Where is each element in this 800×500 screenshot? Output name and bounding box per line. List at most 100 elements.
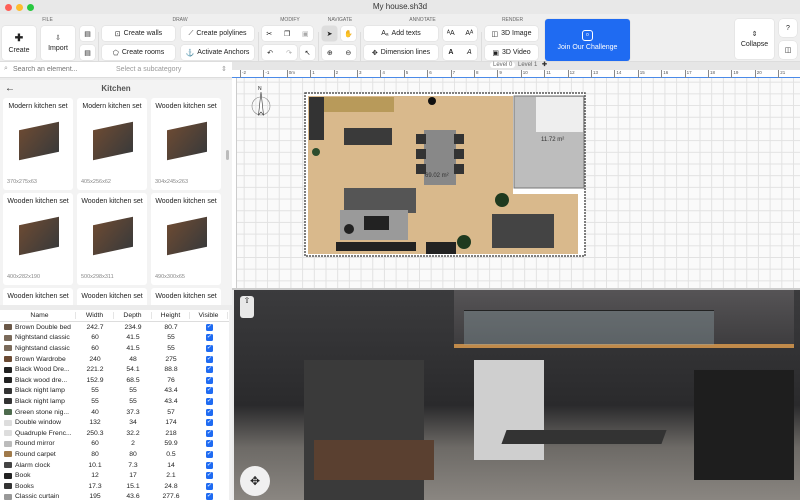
paste-icon[interactable]: ▣	[302, 30, 309, 38]
column-depth[interactable]: Depth	[114, 312, 152, 319]
table-row[interactable]: Brown Wardrobe 240 48 275 ✓	[0, 354, 230, 365]
catalog-item[interactable]: Wooden kitchen set	[3, 288, 73, 305]
catalog-item[interactable]: Wooden kitchen set 400x282x190	[3, 193, 73, 285]
add-texts-button[interactable]: Aₐ Add texts	[364, 26, 438, 41]
sidebar-toggle-icon[interactable]: ◫	[779, 41, 797, 59]
zoom-in-icon[interactable]: ⊕	[327, 49, 333, 57]
visible-checkbox[interactable]: ✓	[205, 482, 213, 490]
redo-icon[interactable]: ↷	[286, 49, 292, 57]
3d-image-button[interactable]: ◫ 3D Image	[485, 26, 538, 41]
visible-checkbox[interactable]: ✓	[205, 461, 213, 469]
copy-icon[interactable]: ❐	[284, 30, 290, 38]
column-width[interactable]: Width	[76, 312, 114, 319]
catalog-item[interactable]: Wooden kitchen set 500x298x311	[77, 193, 147, 285]
table-row[interactable]: Nightstand classic 60 41.5 55 ✓	[0, 343, 230, 354]
table-row[interactable]: Alarm clock 10.1 7.3 14 ✓	[0, 460, 230, 471]
column-visible[interactable]: Visible	[190, 312, 228, 319]
visible-checkbox[interactable]: ✓	[205, 493, 213, 500]
table-row[interactable]: Black night lamp 55 55 43.4 ✓	[0, 396, 230, 407]
create-polylines-button[interactable]: ⟋ Create polylines	[181, 26, 254, 41]
floor-plan[interactable]: -2 -1 0m 1 2 3 4 5 6 7 8 9 10 11 12 13 14 15 16 17 18 19 20 21 …	[232, 70, 800, 288]
table-row[interactable]: Quadruple Frenc... 250.3 32.2 218 ✓	[0, 428, 230, 439]
table-row[interactable]: Books 17.3 15.1 24.8 ✓	[0, 481, 230, 492]
italic-icon[interactable]: A	[467, 49, 472, 56]
table-row[interactable]: Brown Double bed 242.7 234.9 80.7 ✓	[0, 322, 230, 333]
visible-checkbox[interactable]: ✓	[205, 397, 213, 405]
pan-hand-icon[interactable]: ✋	[341, 26, 356, 41]
decrease-text-icon[interactable]: ᴬA	[447, 30, 455, 37]
house-plan[interactable]	[304, 92, 594, 262]
table-row[interactable]: Book 12 17 2.1 ✓	[0, 470, 230, 481]
create-walls-button[interactable]: ⊡ Create walls	[102, 26, 175, 41]
column-name[interactable]: Name	[0, 312, 76, 319]
collapse-button[interactable]: ⇕ Collapse	[735, 19, 774, 59]
visible-checkbox[interactable]: ✓	[205, 419, 213, 427]
add-level-icon[interactable]: ✚	[542, 61, 547, 68]
room-area-label[interactable]: 69.02 m²	[425, 173, 449, 179]
help-icon[interactable]: ?	[779, 19, 797, 37]
row-width: 152.9	[86, 376, 104, 384]
export-alt-icon[interactable]: ▤	[80, 45, 95, 60]
catalog-item[interactable]: Wooden kitchen set	[77, 288, 147, 305]
import-button[interactable]: ⇩ Import	[41, 26, 75, 60]
room-area-label[interactable]: 11.72 m²	[541, 137, 564, 143]
bold-icon[interactable]: A	[448, 49, 453, 56]
catalog-item[interactable]: Wooden kitchen set 490x300x65	[151, 193, 221, 285]
table-row[interactable]: Black night lamp 55 55 43.4 ✓	[0, 386, 230, 397]
create-button[interactable]: ✚ Create	[2, 26, 36, 60]
catalog-item[interactable]: Wooden kitchen set 304x245x263	[151, 98, 221, 190]
table-scrollbar[interactable]	[229, 310, 232, 500]
table-row[interactable]: Nightstand classic 60 41.5 55 ✓	[0, 333, 230, 344]
navigation-arrows-icon[interactable]: ✥	[240, 466, 270, 496]
table-row[interactable]: Round carpet 80 80 0.5 ✓	[0, 449, 230, 460]
join-challenge-button[interactable]: ◦ Join Our Challenge	[545, 19, 630, 61]
table-row[interactable]: Double window 132 34 174 ✓	[0, 417, 230, 428]
visible-checkbox[interactable]: ✓	[205, 355, 213, 363]
row-width: 80	[91, 450, 99, 458]
table-row[interactable]: Green stone nig... 40 37.3 57 ✓	[0, 407, 230, 418]
catalog-item[interactable]: Wooden kitchen set	[151, 288, 221, 305]
catalog-scrollbar[interactable]	[226, 150, 229, 160]
row-height: 174	[165, 419, 177, 427]
visible-checkbox[interactable]: ✓	[205, 323, 213, 331]
select-arrow-icon[interactable]: ➤	[322, 26, 337, 41]
add-point-icon[interactable]: ↖	[300, 45, 315, 60]
visible-checkbox[interactable]: ✓	[205, 344, 213, 352]
activate-anchors-button[interactable]: ⚓ Activate Anchors	[181, 45, 254, 60]
table-row[interactable]: Black Wood Dre... 221.2 54.1 88.8 ✓	[0, 364, 230, 375]
tab-level-1[interactable]: Level 1	[518, 62, 537, 68]
visible-checkbox[interactable]: ✓	[205, 376, 213, 384]
3d-video-button[interactable]: ▣ 3D Video	[485, 45, 538, 60]
visible-checkbox[interactable]: ✓	[205, 429, 213, 437]
visible-checkbox[interactable]: ✓	[205, 440, 213, 448]
furniture-icon	[4, 345, 12, 352]
cut-icon[interactable]: ✂	[266, 30, 272, 38]
table-row[interactable]: Classic curtain 195 43.6 277.6 ✓	[0, 492, 230, 500]
3d-view[interactable]: ⇧ ✥	[234, 290, 800, 500]
undo-icon[interactable]: ↶	[267, 49, 273, 57]
dimension-lines-button[interactable]: ✥ Dimension lines	[364, 45, 438, 60]
catalog-item[interactable]: Modern kitchen set 370x275x63	[3, 98, 73, 190]
camera-height-control[interactable]: ⇧	[240, 296, 254, 318]
increase-text-icon[interactable]: Aᴬ	[465, 30, 473, 37]
visible-checkbox[interactable]: ✓	[205, 366, 213, 374]
search-input[interactable]	[13, 64, 108, 75]
visible-checkbox[interactable]: ✓	[205, 387, 213, 395]
ruler-tick: 4	[380, 70, 385, 78]
visible-checkbox[interactable]: ✓	[205, 334, 213, 342]
table-row[interactable]: Round mirror 60 2 59.9 ✓	[0, 439, 230, 450]
visible-checkbox[interactable]: ✓	[205, 408, 213, 416]
tab-level-0[interactable]: Level 0	[490, 62, 516, 68]
export-icon[interactable]: ▤	[80, 26, 95, 41]
compass-icon[interactable]	[250, 88, 272, 120]
zoom-out-icon[interactable]: ⊖	[345, 49, 351, 57]
catalog-item-dimensions: 500x298x311	[81, 274, 114, 280]
create-rooms-button[interactable]: ⬠ Create rooms	[102, 45, 175, 60]
catalog-item-thumbnail	[167, 216, 207, 256]
table-row[interactable]: Black wood dre... 152.9 68.5 76 ✓	[0, 375, 230, 386]
visible-checkbox[interactable]: ✓	[205, 472, 213, 480]
catalog-item[interactable]: Modern kitchen set 405x256x62	[77, 98, 147, 190]
subcategory-select[interactable]: Select a subcategory	[116, 66, 181, 73]
column-height[interactable]: Height	[152, 312, 190, 319]
visible-checkbox[interactable]: ✓	[205, 450, 213, 458]
